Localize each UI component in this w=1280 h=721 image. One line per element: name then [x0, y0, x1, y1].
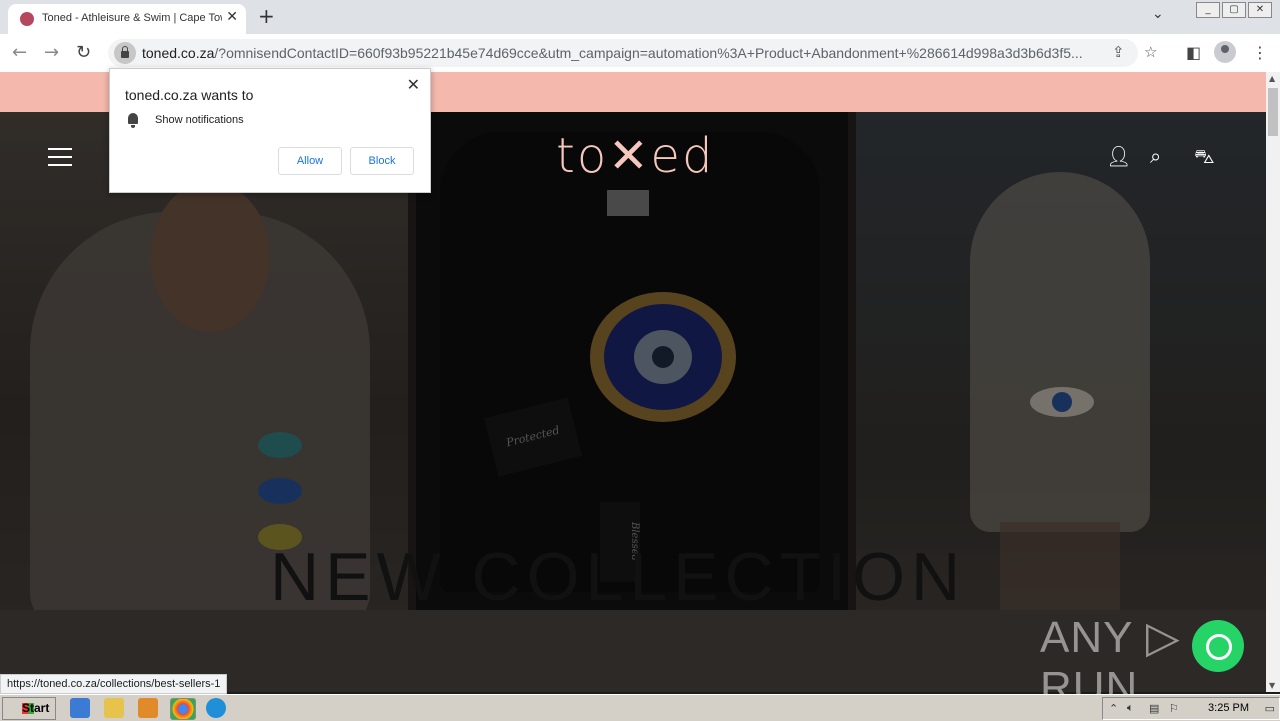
- url-text[interactable]: toned.co.za/?omnisendContactID=660f93b95…: [142, 45, 1102, 61]
- tab-strip: Toned - Athleisure & Swim | Cape Town ✕ …: [0, 0, 1280, 34]
- volume-icon[interactable]: 🔈︎: [1127, 702, 1134, 715]
- hero-title: NEW COLLECTION: [270, 539, 967, 615]
- scroll-up-arrow-icon[interactable]: ▲: [1269, 74, 1275, 83]
- menu-kebab-icon[interactable]: ⋮: [1252, 43, 1268, 62]
- url-path: /?omnisendContactID=660f93b95221b45e74d6…: [214, 45, 1083, 61]
- status-bar-url: https://toned.co.za/collections/best-sel…: [0, 674, 228, 694]
- shopping-bag-icon[interactable]: ⛍: [1194, 144, 1215, 171]
- site-logo[interactable]: to✕ed: [556, 128, 714, 184]
- account-icon[interactable]: 👤︎: [1106, 144, 1131, 168]
- address-bar[interactable]: toned.co.za/?omnisendContactID=660f93b95…: [108, 39, 1157, 67]
- block-button[interactable]: Block: [350, 147, 414, 175]
- allow-button[interactable]: Allow: [278, 147, 342, 175]
- popup-title: toned.co.za wants to: [125, 87, 254, 103]
- chrome-icon[interactable]: [170, 698, 196, 720]
- explorer-folder-icon[interactable]: [104, 698, 124, 718]
- search-icon[interactable]: ⌕: [1150, 144, 1161, 168]
- tab-title: Toned - Athleisure & Swim | Cape Town: [42, 12, 222, 24]
- forward-arrow-icon[interactable]: →: [44, 42, 59, 63]
- system-tray: ⌃ 🔈︎ ▤ ⚐ 3:25 PM ▭: [1102, 697, 1280, 720]
- site-favicon-icon: [20, 12, 34, 26]
- bell-icon: [127, 113, 139, 128]
- bookmark-star-icon[interactable]: ☆: [1144, 43, 1157, 61]
- back-arrow-icon[interactable]: ←: [12, 42, 27, 63]
- browser-tab[interactable]: Toned - Athleisure & Swim | Cape Town ✕: [8, 4, 246, 34]
- share-icon[interactable]: ⇪: [1112, 43, 1125, 61]
- page-scrollbar[interactable]: ▲ ▼: [1266, 72, 1280, 692]
- notification-permission-popup: toned.co.za wants to ✕ Show notification…: [109, 68, 431, 193]
- permission-text: Show notifications: [155, 114, 244, 126]
- minimize-button[interactable]: _: [1196, 2, 1220, 18]
- start-label: Start: [22, 701, 50, 715]
- tray-expand-icon[interactable]: ⌃: [1109, 702, 1118, 715]
- network-icon[interactable]: ▤: [1149, 702, 1159, 715]
- popup-close-icon[interactable]: ✕: [407, 75, 420, 95]
- side-panel-icon[interactable]: ◧: [1186, 43, 1201, 62]
- action-flag-icon[interactable]: ⚐: [1169, 702, 1179, 715]
- start-button[interactable]: Start: [2, 697, 56, 720]
- show-desktop-icon[interactable]: ▭: [1265, 702, 1275, 715]
- menu-hamburger-icon[interactable]: [48, 148, 72, 172]
- new-tab-button[interactable]: +: [258, 4, 275, 28]
- whatsapp-chat-icon[interactable]: [1192, 620, 1244, 672]
- profile-avatar-icon[interactable]: [1214, 41, 1236, 63]
- clock[interactable]: 3:25 PM: [1208, 702, 1249, 714]
- windows-taskbar: Start ⌃ 🔈︎ ▤ ⚐ 3:25 PM ▭: [0, 694, 1280, 721]
- media-player-icon[interactable]: [138, 698, 158, 718]
- reload-icon[interactable]: ↻: [76, 42, 91, 63]
- edge-icon[interactable]: [206, 698, 226, 718]
- lock-icon[interactable]: [114, 42, 136, 64]
- url-host: toned.co.za: [142, 45, 215, 61]
- scroll-thumb[interactable]: [1268, 88, 1278, 136]
- ie-icon[interactable]: [70, 698, 90, 718]
- tab-close-icon[interactable]: ✕: [226, 9, 238, 25]
- maximize-button[interactable]: ▢: [1222, 2, 1246, 18]
- close-window-button[interactable]: ✕: [1248, 2, 1272, 18]
- window-controls: _ ▢ ✕: [1196, 2, 1272, 18]
- tab-search-chevron-icon[interactable]: ⌄: [1152, 6, 1164, 22]
